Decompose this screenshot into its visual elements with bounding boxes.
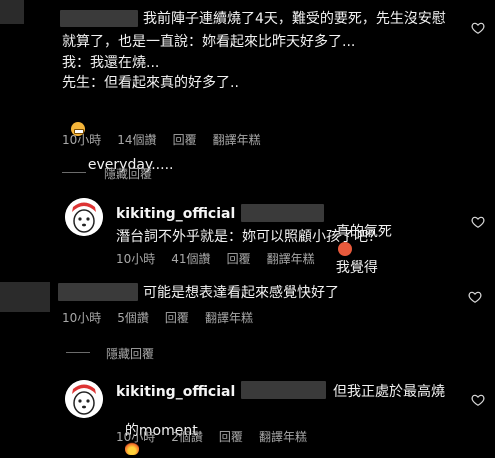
divider-line	[66, 352, 90, 353]
heart-icon[interactable]	[471, 215, 485, 229]
likes-count[interactable]: 2個讚	[171, 428, 203, 445]
username[interactable]: kikiting_official	[116, 206, 235, 222]
avatar[interactable]	[0, 282, 50, 312]
heart-icon[interactable]	[471, 21, 485, 35]
reply-meta: 10小時 2個讚 回覆 翻譯年糕	[116, 428, 307, 445]
avatar[interactable]	[65, 380, 103, 418]
translate-button[interactable]: 翻譯年糕	[205, 309, 253, 326]
reply-meta: 10小時 41個讚 回覆 翻譯年糕	[116, 250, 315, 267]
comment-text-line: 先生：但看起來真的好多了..	[62, 75, 239, 91]
avatar[interactable]	[65, 198, 103, 236]
reply-button[interactable]: 回覆	[173, 131, 197, 148]
translate-button[interactable]: 翻譯年糕	[259, 428, 307, 445]
comment-text-line: 就算了，也是一直說：妳看起來比昨天好多了...	[62, 34, 356, 50]
hide-replies-button[interactable]: 隱藏回覆	[106, 345, 154, 362]
timestamp: 10小時	[62, 311, 102, 325]
reply-button[interactable]: 回覆	[227, 250, 251, 267]
reply-text-line: 潛台詞不外乎就是：妳可以照顧小孩了吧？	[116, 229, 382, 245]
username-redacted[interactable]	[58, 283, 138, 301]
likes-count[interactable]: 14個讚	[117, 131, 156, 148]
mention-redacted[interactable]	[241, 381, 326, 399]
username-redacted[interactable]	[60, 10, 138, 27]
comment-meta: 10小時 5個讚 回覆 翻譯年糕	[62, 309, 253, 326]
comment-meta: 10小時 14個讚 回覆 翻譯年糕	[62, 131, 261, 148]
heart-icon[interactable]	[471, 393, 485, 407]
heart-icon[interactable]	[468, 290, 482, 304]
avatar-image	[65, 198, 103, 236]
translate-button[interactable]: 翻譯年糕	[213, 131, 261, 148]
reply-text-line: 但我正處於最高燒	[333, 384, 445, 400]
avatar-image	[65, 380, 103, 418]
translate-button[interactable]: 翻譯年糕	[267, 250, 315, 267]
avatar[interactable]	[0, 0, 24, 24]
hide-replies-button[interactable]: 隱藏回覆	[104, 165, 152, 182]
reply-button[interactable]: 回覆	[219, 428, 243, 445]
likes-count[interactable]: 5個讚	[117, 309, 149, 326]
comment-text-line: 可能是想表達看起來感覺快好了	[143, 285, 339, 301]
comment-text-line: 我：我還在燒...	[62, 55, 160, 71]
reply-button[interactable]: 回覆	[165, 309, 189, 326]
timestamp: 10小時	[116, 252, 156, 266]
likes-count[interactable]: 41個讚	[171, 250, 210, 267]
username[interactable]: kikiting_official	[116, 384, 235, 400]
mention-redacted[interactable]	[241, 204, 324, 222]
timestamp: 10小時	[62, 133, 102, 147]
divider-line	[62, 172, 86, 173]
comment-text-line: 我前陣子連續燒了4天，難受的要死，先生沒安慰	[143, 11, 446, 27]
timestamp: 10小時	[116, 430, 156, 444]
